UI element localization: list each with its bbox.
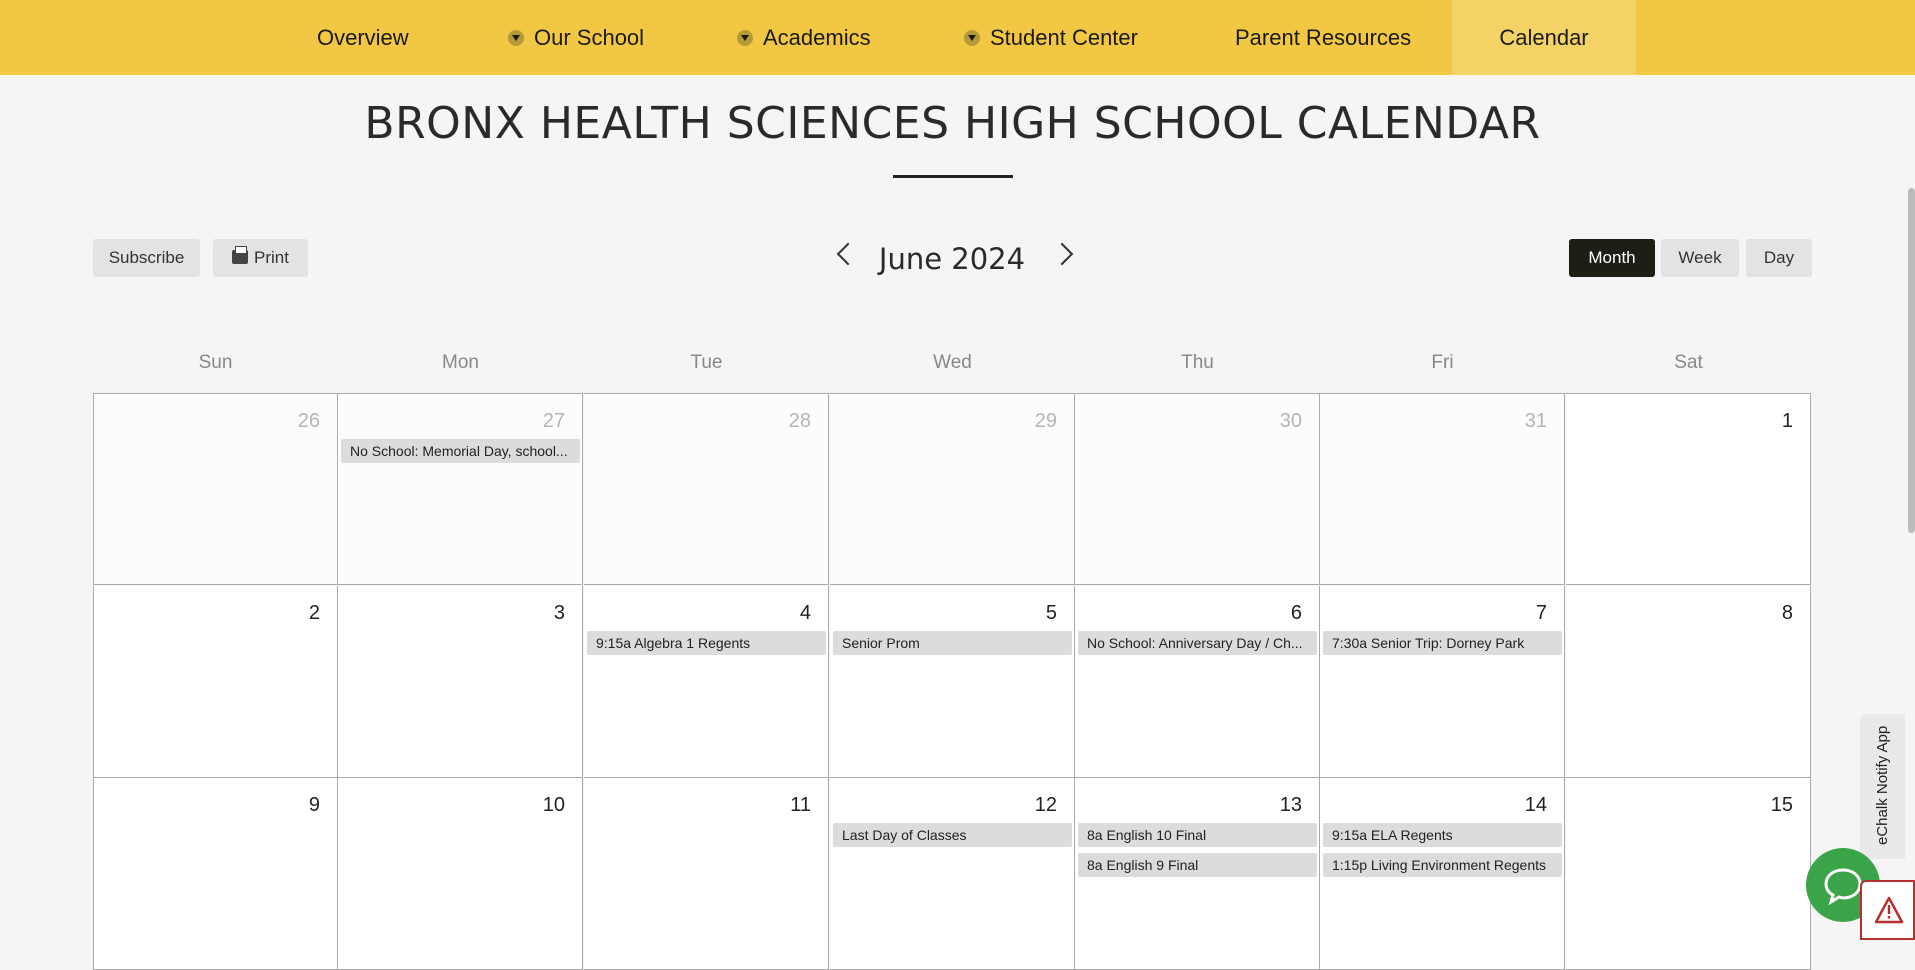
calendar-day-cell[interactable]: 14 9:15a ELA Regents 1:15p Living Environm…: [1320, 778, 1565, 970]
title-divider: [893, 175, 1013, 178]
day-number: 3: [553, 602, 565, 624]
calendar-day-cell[interactable]: 9: [93, 778, 338, 970]
weekday-header-sat: Sat: [1674, 352, 1703, 373]
nav-item-label: Student Center: [990, 24, 1138, 50]
calendar-event[interactable]: Last Day of Classes: [833, 823, 1072, 847]
weekday-header-tue: Tue: [690, 352, 723, 373]
calendar-day-cell[interactable]: 2: [93, 586, 338, 778]
day-number: 12: [1034, 794, 1057, 816]
calendar-event[interactable]: 8a English 10 Final: [1078, 823, 1317, 847]
day-number: 9: [308, 794, 320, 816]
calendar-day-cell[interactable]: 12 Last Day of Classes: [830, 778, 1075, 970]
chat-bubble-icon: [1824, 868, 1862, 905]
calendar-day-cell[interactable]: 7 7:30a Senior Trip: Dorney Park: [1320, 586, 1565, 778]
calendar-day-cell[interactable]: 5 Senior Prom: [830, 586, 1075, 778]
chevron-down-circle-icon: [508, 29, 524, 46]
calendar-day-cell[interactable]: 13 8a English 10 Final 8a English 9 Final: [1075, 778, 1320, 970]
view-month-button[interactable]: Month: [1569, 239, 1655, 277]
nav-item-label: Academics: [763, 24, 871, 50]
day-number: 7: [1535, 602, 1547, 624]
nav-item-overview[interactable]: Overview: [317, 0, 409, 75]
chevron-right-icon[interactable]: [1050, 242, 1074, 266]
calendar-event[interactable]: 7:30a Senior Trip: Dorney Park: [1323, 631, 1562, 655]
weekday-header-sun: Sun: [198, 352, 233, 373]
nav-item-parent-resources[interactable]: Parent Resources: [1235, 0, 1411, 75]
printer-icon: [232, 246, 249, 264]
month-label: June 2024: [878, 242, 1026, 276]
calendar-event[interactable]: 9:15a ELA Regents: [1323, 823, 1562, 847]
calendar-day-cell[interactable]: 4 9:15a Algebra 1 Regents: [584, 586, 829, 778]
day-number: 14: [1524, 794, 1547, 816]
calendar-day-cell[interactable]: 8: [1566, 586, 1811, 778]
day-number: 6: [1290, 602, 1302, 624]
calendar-event[interactable]: No School: Anniversary Day / Ch...: [1078, 631, 1317, 655]
view-day-button[interactable]: Day: [1746, 239, 1812, 277]
calendar-day-cell[interactable]: 27 No School: Memorial Day, school...: [338, 393, 583, 585]
nav-item-calendar[interactable]: Calendar: [1452, 0, 1636, 75]
scrollbar-thumb[interactable]: [1908, 188, 1915, 533]
calendar-day-cell[interactable]: 26: [93, 393, 338, 585]
day-number: 27: [542, 410, 565, 432]
calendar-day-cell[interactable]: 29: [830, 393, 1075, 585]
day-number: 2: [308, 602, 320, 624]
calendar-day-cell[interactable]: 6 No School: Anniversary Day / Ch...: [1075, 586, 1320, 778]
nav-item-our-school[interactable]: Our School: [508, 0, 644, 75]
chevron-left-icon[interactable]: [836, 242, 860, 266]
day-number: 28: [788, 410, 811, 432]
warning-triangle-icon: [1874, 896, 1904, 924]
view-week-button[interactable]: Week: [1661, 239, 1739, 277]
day-number: 29: [1034, 410, 1057, 432]
nav-item-label: Overview: [317, 24, 409, 50]
weekday-header-fri: Fri: [1431, 352, 1454, 373]
calendar-event[interactable]: Senior Prom: [833, 631, 1072, 655]
weekday-header-thu: Thu: [1181, 352, 1214, 373]
print-label: Print: [254, 248, 289, 267]
notify-app-label[interactable]: eChalk Notify App: [1860, 713, 1905, 858]
calendar-event[interactable]: 8a English 9 Final: [1078, 853, 1317, 877]
chevron-down-circle-icon: [964, 29, 980, 46]
weekday-header-wed: Wed: [933, 352, 972, 373]
calendar-day-cell[interactable]: 15: [1566, 778, 1811, 970]
nav-item-label: Parent Resources: [1235, 24, 1412, 50]
nav-item-student-center[interactable]: Student Center: [964, 0, 1138, 75]
day-number: 10: [542, 794, 565, 816]
day-number: 13: [1279, 794, 1302, 816]
calendar-event[interactable]: 1:15p Living Environment Regents: [1323, 853, 1562, 877]
day-number: 26: [297, 410, 320, 432]
day-number: 30: [1279, 410, 1302, 432]
weekday-header-mon: Mon: [442, 352, 479, 373]
nav-item-label: Our School: [534, 24, 645, 50]
nav-item-academics[interactable]: Academics: [737, 0, 871, 75]
calendar-day-cell[interactable]: 1: [1566, 393, 1811, 585]
day-number: 11: [790, 794, 811, 816]
day-number: 1: [1781, 410, 1793, 432]
nav-item-label: Calendar: [1499, 24, 1589, 50]
calendar-day-cell[interactable]: 28: [584, 393, 829, 585]
calendar-day-cell[interactable]: 10: [338, 778, 583, 970]
page-title: BRONX HEALTH SCIENCES HIGH SCHOOL CALEND…: [364, 98, 1541, 149]
alert-button[interactable]: [1860, 880, 1915, 940]
day-number: 15: [1770, 794, 1793, 816]
calendar-event[interactable]: No School: Memorial Day, school...: [341, 439, 580, 463]
calendar-day-cell[interactable]: 30: [1075, 393, 1320, 585]
day-number: 31: [1524, 410, 1547, 432]
day-number: 4: [799, 602, 811, 624]
subscribe-button[interactable]: Subscribe: [93, 239, 200, 277]
day-number: 5: [1045, 602, 1057, 624]
calendar-event[interactable]: 9:15a Algebra 1 Regents: [587, 631, 826, 655]
calendar-day-cell[interactable]: 11: [584, 778, 829, 970]
print-button[interactable]: Print: [213, 239, 308, 277]
top-nav: Overview Our School Academics Student Ce…: [0, 0, 1915, 75]
calendar-day-cell[interactable]: 3: [338, 586, 583, 778]
calendar-day-cell[interactable]: 31: [1320, 393, 1565, 585]
day-number: 8: [1781, 602, 1793, 624]
chevron-down-circle-icon: [737, 29, 753, 46]
